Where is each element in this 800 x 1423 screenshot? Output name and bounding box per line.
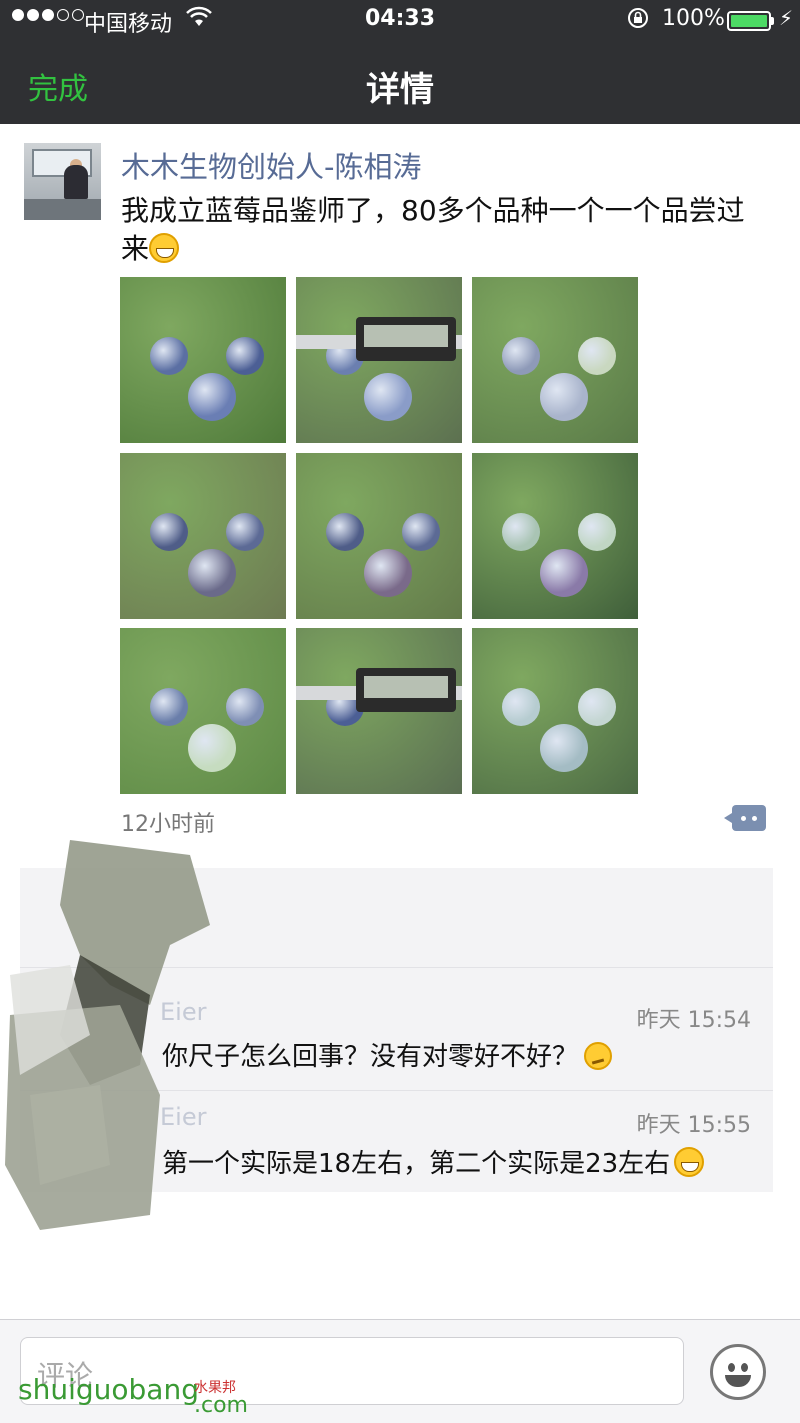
battery-percent: 100% [662,6,725,31]
page-title: 详情 [366,70,434,110]
blueberry-photo-1[interactable] [120,277,286,443]
charging-icon: ⚡ [779,6,794,30]
emoji-picker-icon[interactable] [710,1344,766,1400]
post-text: 我成立蓝莓品鉴师了，80多个品种一个一个品尝过来 [121,192,771,268]
avatar[interactable] [24,143,101,220]
blueberry-photo-3[interactable] [120,453,286,619]
comment-text: 你尺子怎么回事？没有对零好不好？ [162,1036,613,1073]
site-watermark: shuiguobang 水果邦 .com [18,1373,248,1418]
post-text-body: 我成立蓝莓品鉴师了，80多个品种一个一个品尝过来 [121,194,745,265]
battery-icon [727,11,771,31]
rotation-lock-icon [626,6,650,36]
censor-smear [5,840,210,1230]
grin-emoji-icon [149,233,180,263]
grin-emoji-icon [674,1147,705,1177]
post-time: 12小时前 [121,812,215,837]
comment-time: 昨天 15:54 [636,1008,751,1033]
comment-menu-button[interactable] [724,805,766,831]
blueberry-photo-5[interactable] [472,453,638,619]
caliper-photo-2[interactable] [296,628,462,794]
blueberry-photo-4[interactable] [296,453,462,619]
blueberry-photo-6[interactable] [120,628,286,794]
top-bar: 中国移动 04:33 100% ⚡ 完成 详情 [0,0,800,124]
comment-time: 昨天 15:55 [636,1113,751,1138]
status-bar: 中国移动 04:33 100% ⚡ [0,0,800,40]
caliper-photo-1[interactable] [296,277,462,443]
blueberry-photo-2[interactable] [472,277,638,443]
blueberry-photo-7[interactable] [472,628,638,794]
post-author[interactable]: 木木生物创始人-陈相涛 [121,144,421,186]
thinking-emoji-icon [584,1042,613,1070]
comment-text: 第一个实际是18左右，第二个实际是23左右 [162,1143,705,1180]
photo-grid [120,277,638,794]
